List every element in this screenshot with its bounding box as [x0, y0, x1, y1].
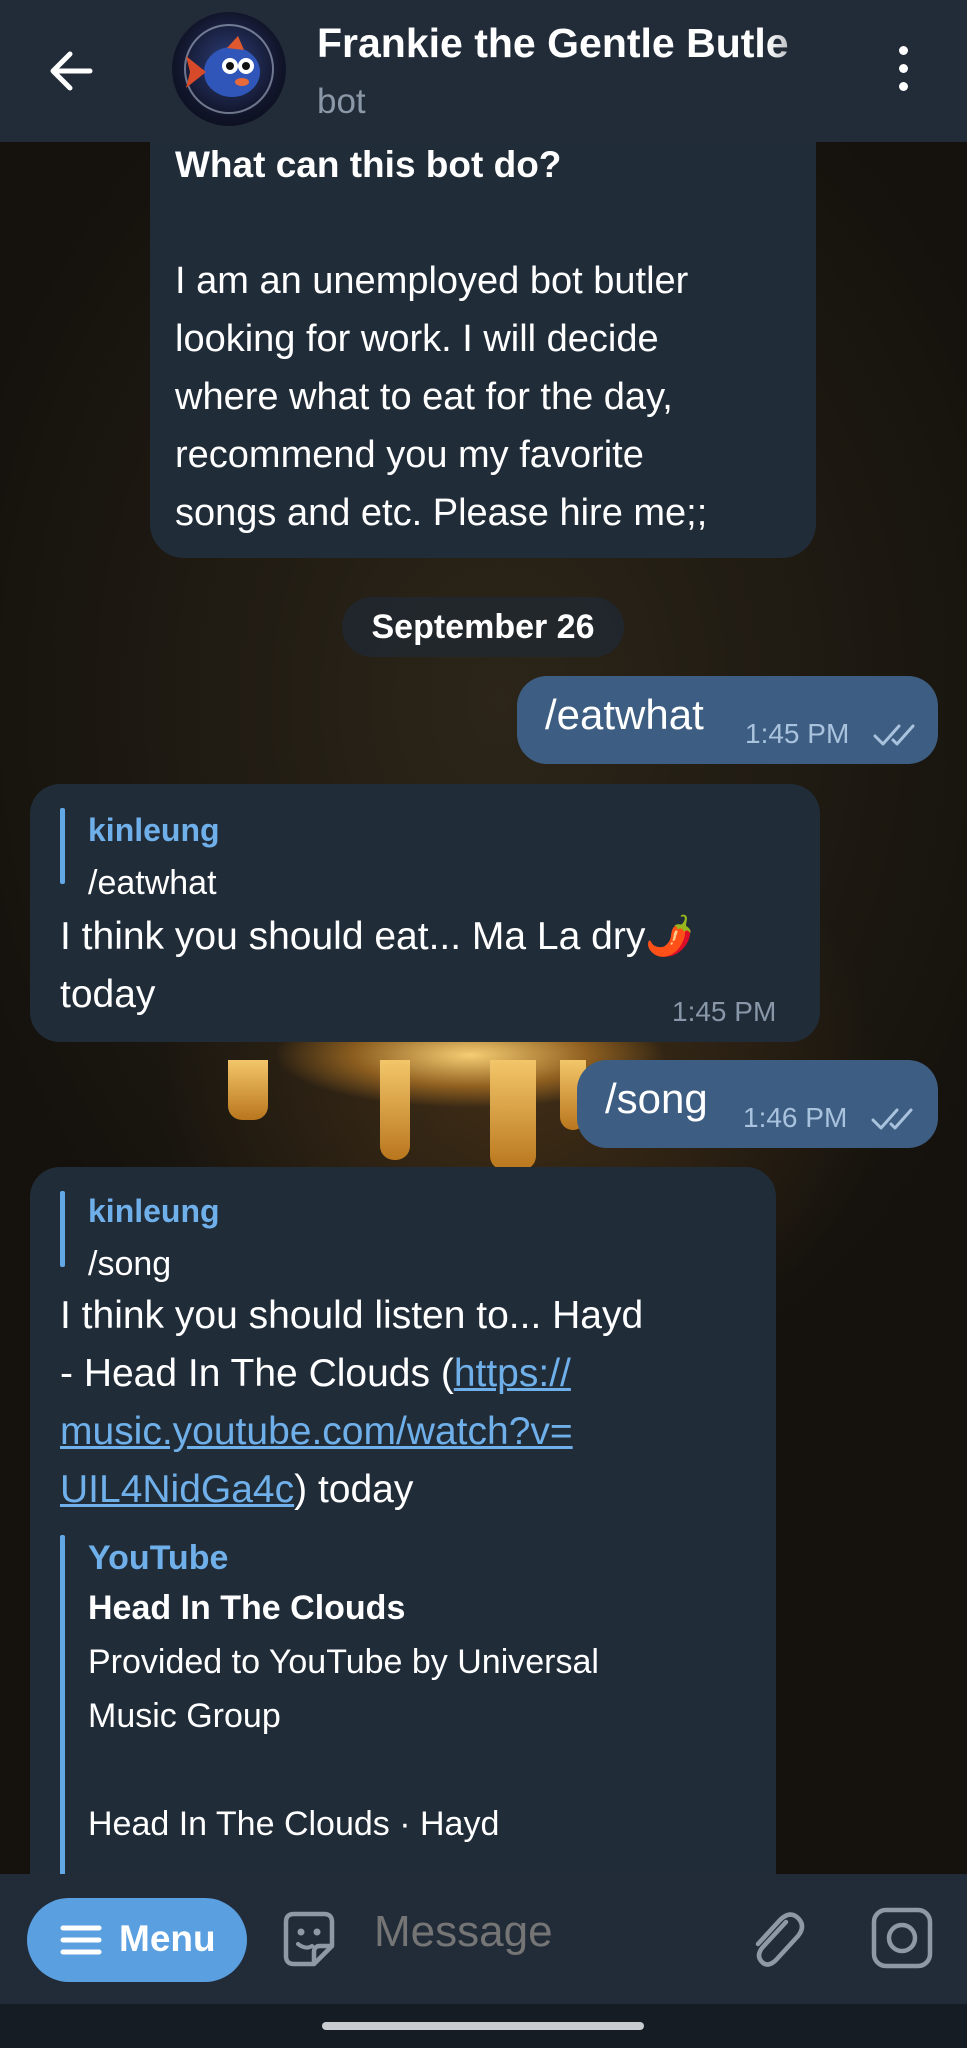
message-text: /eatwhat: [545, 691, 704, 738]
reply-quote-bar: [60, 1191, 65, 1267]
link-preview-bar: [60, 1535, 65, 1915]
hamburger-icon: [60, 1925, 102, 1955]
date-separator: September 26: [342, 597, 624, 657]
message-line: - Head In The Clouds (https://: [60, 1345, 571, 1403]
arrow-left-icon: [50, 51, 93, 91]
link-preview-description: Provided to YouTube by Universal: [88, 1643, 599, 1681]
home-indicator[interactable]: [322, 2022, 644, 2030]
more-vertical-icon: [899, 46, 908, 55]
bot-intro-bubble: What can this bot do? I am an unemployed…: [150, 100, 816, 558]
wallpaper-drip: [228, 1060, 268, 1120]
menu-label: Menu: [119, 1918, 216, 1959]
fish-avatar-image: [184, 24, 274, 114]
intro-line: looking for work. I will decide: [175, 318, 659, 360]
incoming-message[interactable]: kinleung /eatwhat I think you should eat…: [30, 784, 820, 1042]
back-button[interactable]: [40, 36, 110, 106]
message-text-segment: ) today: [294, 1468, 414, 1511]
link-preview-site: YouTube: [88, 1539, 229, 1577]
reply-sender-name: kinleung: [88, 1193, 220, 1229]
intro-line: songs and etc. Please hire me;;: [175, 492, 708, 534]
intro-heading: What can this bot do?: [175, 144, 562, 185]
message-time: 1:46 PM: [743, 1102, 848, 1133]
chat-subtitle: bot: [317, 82, 366, 121]
intro-line: where what to eat for the day,: [175, 376, 673, 418]
outgoing-message[interactable]: /song 1:46 PM: [577, 1060, 938, 1148]
message-line: I think you should listen to... Hayd: [60, 1294, 644, 1337]
bot-avatar[interactable]: [172, 12, 286, 126]
chat-title[interactable]: Frankie the Gentle Butle: [317, 20, 837, 67]
message-line: I think you should eat... Ma La dry🌶️: [60, 915, 694, 958]
camera-icon[interactable]: [868, 1904, 936, 1972]
song-link[interactable]: UIL4NidGa4c: [60, 1468, 294, 1511]
message-text: /song: [605, 1075, 708, 1122]
double-check-icon: [871, 1108, 913, 1130]
reply-sender-name: kinleung: [88, 812, 220, 848]
intro-line: recommend you my favorite: [175, 434, 644, 476]
wallpaper-drip: [490, 1060, 536, 1170]
link-preview[interactable]: YouTube Head In The Clouds Provided to Y…: [60, 1535, 750, 1915]
wallpaper-drip: [380, 1060, 410, 1160]
chat-header: Frankie the Gentle Butle bot: [0, 0, 967, 142]
double-check-icon: [873, 724, 915, 746]
intro-line: I am an unemployed bot butler: [175, 260, 689, 302]
sticker-icon[interactable]: [276, 1908, 342, 1974]
link-preview-description: Music Group: [88, 1697, 281, 1735]
more-vertical-icon: [899, 64, 908, 73]
reply-quoted-text: /eatwhat: [88, 864, 217, 902]
message-time: 1:45 PM: [745, 718, 850, 749]
paperclip-icon[interactable]: [742, 1904, 808, 1974]
message-line: UIL4NidGa4c) today: [60, 1461, 413, 1519]
message-input[interactable]: [372, 1906, 716, 1958]
message-time: 1:45 PM: [672, 996, 777, 1027]
reply-quote-bar: [60, 808, 65, 884]
link-preview-title: Head In The Clouds: [88, 1589, 406, 1627]
more-vertical-icon: [899, 82, 908, 91]
song-link[interactable]: https://: [454, 1352, 571, 1395]
message-input-bar: Menu: [0, 1874, 967, 2004]
incoming-message[interactable]: kinleung /song I think you should listen…: [30, 1167, 776, 1915]
message-line: music.youtube.com/watch?v=: [60, 1403, 573, 1461]
more-options-button[interactable]: [880, 38, 926, 98]
message-line: today: [60, 973, 156, 1016]
song-link[interactable]: music.youtube.com/watch?v=: [60, 1410, 573, 1453]
link-preview-description: Head In The Clouds · Hayd: [88, 1805, 500, 1843]
message-text-segment: - Head In The Clouds (: [60, 1352, 454, 1395]
bot-menu-button[interactable]: Menu: [27, 1898, 247, 1982]
reply-quoted-text: /song: [88, 1245, 172, 1283]
outgoing-message[interactable]: /eatwhat 1:45 PM: [517, 676, 938, 764]
